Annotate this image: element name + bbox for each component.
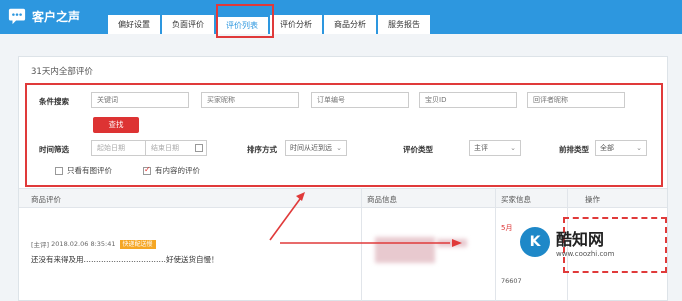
watermark-url: www.coozhi.com	[556, 250, 615, 258]
watermark-title: 酷知网	[556, 230, 605, 249]
watermark-text: 酷知网 www.coozhi.com	[556, 226, 614, 258]
watermark-logo-icon: K	[520, 227, 550, 257]
watermark: K 酷知网 www.coozhi.com	[520, 226, 614, 258]
